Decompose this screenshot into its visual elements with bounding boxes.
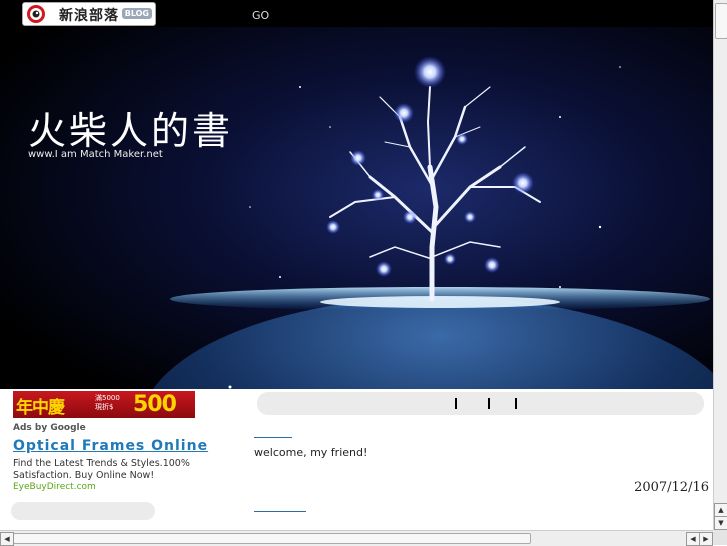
- sidebar-rounded-box: [11, 502, 155, 520]
- ad-description: Find the Latest Trends & Styles.100% Sat…: [13, 458, 190, 481]
- ad-banner-amount: 500: [133, 392, 177, 417]
- scroll-down-icon[interactable]: ▼: [714, 516, 727, 530]
- top-bar: 新浪部落 BLOG GO: [0, 0, 713, 27]
- vertical-scroll-thumb[interactable]: [715, 3, 727, 39]
- ads-by-google-label[interactable]: Ads by Google: [13, 423, 86, 433]
- logo-text: 新浪部落: [59, 8, 119, 24]
- section-divider: [254, 437, 292, 438]
- eye-logo-icon: [27, 5, 45, 23]
- post-date: 2007/12/16: [634, 480, 709, 495]
- nav-separator: [488, 398, 490, 409]
- nav-bar: [257, 392, 704, 415]
- scroll-left-icon[interactable]: ◀: [686, 532, 700, 546]
- blog-badge: BLOG: [121, 8, 152, 19]
- welcome-text: welcome, my friend!: [254, 446, 368, 459]
- scroll-up-icon[interactable]: ▲: [714, 503, 727, 517]
- blog-title: 火柴人的書: [28, 109, 234, 153]
- horizontal-scroll-thumb[interactable]: [13, 533, 531, 544]
- header-banner: 火柴人的書 www.I am Match Maker.net: [0, 27, 713, 389]
- ad-banner-offer: 滿5000 現折$: [95, 394, 120, 411]
- ad-url-link[interactable]: EyeBuyDirect.com: [13, 482, 96, 492]
- promo-ad-banner[interactable]: 年中慶 滿5000 現折$ 500: [13, 391, 195, 418]
- starry-tree-image: [0, 27, 713, 389]
- sina-blog-logo[interactable]: 新浪部落 BLOG: [22, 2, 156, 26]
- scroll-left-icon[interactable]: ◀: [0, 532, 14, 546]
- section-divider: [254, 511, 306, 512]
- horizontal-scrollbar[interactable]: ◀ ◀ ▶: [0, 530, 713, 546]
- scrollbar-corner: [713, 530, 727, 545]
- scroll-right-icon[interactable]: ▶: [699, 532, 713, 546]
- go-link[interactable]: GO: [252, 9, 269, 22]
- blog-url: www.I am Match Maker.net: [28, 149, 163, 160]
- nav-separator: [515, 398, 517, 409]
- ad-banner-headline: 年中慶: [16, 398, 65, 418]
- ad-title-link[interactable]: Optical Frames Online: [13, 438, 208, 454]
- nav-separator: [455, 398, 457, 409]
- vertical-scrollbar[interactable]: ▲ ▼: [713, 0, 727, 530]
